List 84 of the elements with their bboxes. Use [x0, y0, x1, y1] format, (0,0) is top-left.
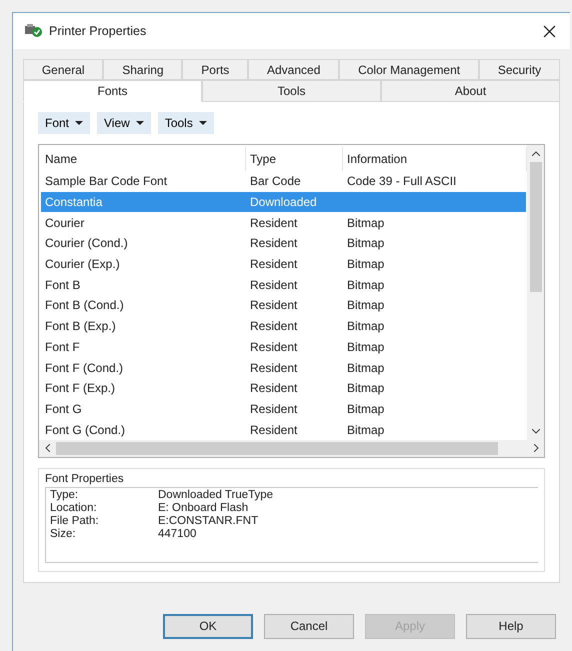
property-value: E:CONSTANR.FNT — [158, 514, 260, 528]
table-cell-text: Downloaded — [249, 195, 318, 210]
table-row[interactable]: Font G Resident Bitmap — [41, 398, 526, 420]
printer-icon — [25, 24, 43, 38]
property-label: Location: — [50, 502, 98, 515]
table-cell-text: Resident — [249, 381, 298, 396]
tab[interactable]: About — [381, 80, 560, 102]
table-cell-text: Bitmap — [346, 319, 386, 334]
table-row[interactable]: Font B (Cond.) Resident Bitmap — [41, 295, 526, 316]
table-cell-text: Font G (Cond.) — [44, 422, 126, 437]
table-row[interactable]: Font B Resident Bitmap — [41, 274, 526, 296]
tab[interactable]: General — [23, 59, 104, 80]
table-cell-text: Resident — [249, 319, 298, 334]
column-header[interactable]: Type — [246, 147, 343, 171]
table-cell-text: Font F — [44, 340, 81, 354]
table-cell-text: Bitmap — [346, 360, 386, 375]
dropdown-button[interactable]: Tools — [158, 112, 214, 134]
table-row[interactable]: Courier (Exp.) Resident Bitmap — [41, 254, 526, 274]
table-cell-text: Bar Code — [249, 174, 302, 188]
table-cell-text: Constantia — [44, 195, 104, 210]
tab[interactable]: Tools — [202, 80, 381, 102]
table-cell-text: Font F (Cond.) — [44, 360, 124, 375]
tab[interactable]: Color Management — [339, 59, 479, 80]
table-cell-text: Code 39 - Full ASCII — [346, 174, 458, 188]
table-cell-text: Bitmap — [346, 381, 386, 396]
table-cell-text: Bitmap — [346, 278, 386, 292]
table-cell-text: Bitmap — [346, 236, 386, 250]
dialog-button[interactable]: Help — [466, 614, 556, 638]
property-label: File Path: — [50, 514, 100, 528]
dropdown-button[interactable]: Font — [38, 112, 90, 134]
property-value: Downloaded TrueType — [158, 488, 274, 502]
dialog-button[interactable]: OK — [163, 614, 253, 638]
table-cell-text: Bitmap — [346, 298, 386, 312]
table-cell-text: Font B (Exp.) — [44, 319, 117, 334]
caret-icon — [136, 121, 144, 125]
table-row[interactable]: Courier (Cond.) Resident Bitmap — [41, 233, 526, 254]
table-row[interactable]: Font F (Exp.) Resident Bitmap — [41, 378, 526, 399]
table-cell-text: Courier — [44, 216, 86, 230]
table-cell-text: Resident — [249, 298, 298, 312]
tab[interactable]: Fonts — [23, 80, 202, 102]
window-title: Printer Properties — [49, 24, 148, 38]
group-title: Font Properties — [45, 472, 125, 485]
property-value: 447100 — [158, 528, 198, 541]
table-cell-text: Font B (Cond.) — [44, 298, 125, 312]
tab[interactable]: Ports — [182, 59, 248, 80]
caret-icon — [198, 121, 207, 125]
property-label: Size: — [50, 528, 77, 541]
dialog-button[interactable]: Cancel — [264, 614, 354, 638]
column-header[interactable]: Name — [41, 147, 246, 171]
table-cell-text: Resident — [249, 402, 298, 416]
tab[interactable]: Advanced — [248, 59, 340, 80]
table-cell-text: Bitmap — [346, 402, 386, 416]
table-cell-text: Resident — [249, 340, 298, 354]
vertical-scrollbar[interactable] — [527, 145, 544, 440]
tab[interactable]: Sharing — [103, 59, 182, 80]
tab[interactable]: Security — [478, 59, 560, 80]
table-cell-text: Courier (Exp.) — [44, 257, 121, 272]
table-cell-text: Font G — [44, 402, 83, 416]
table-row[interactable]: Font F Resident Bitmap — [41, 336, 526, 358]
table-row[interactable]: Font B (Exp.) Resident Bitmap — [41, 316, 526, 336]
table-cell-text: Courier (Cond.) — [44, 236, 129, 250]
dropdown-button[interactable]: View — [97, 112, 151, 134]
table-row[interactable]: Font F (Cond.) Resident Bitmap — [41, 357, 526, 378]
table-row[interactable]: Courier Resident Bitmap — [41, 212, 526, 234]
table-cell-text: Resident — [249, 236, 298, 250]
table-cell-text: Font F (Exp.) — [44, 381, 116, 396]
table-cell-text: Resident — [249, 360, 298, 375]
table-cell-text: Resident — [249, 257, 298, 272]
table-cell-text: Sample Bar Code Font — [44, 174, 168, 188]
table-cell-text: Resident — [249, 216, 298, 230]
close-icon — [543, 24, 556, 38]
table-row[interactable]: Font G (Cond.) Resident Bitmap — [41, 419, 526, 440]
table-cell-text: Bitmap — [346, 257, 386, 272]
table-cell-text: Font B — [44, 278, 82, 292]
horizontal-scrollbar[interactable] — [39, 440, 544, 457]
caret-icon — [75, 121, 84, 125]
table-cell-text: Bitmap — [346, 422, 386, 437]
table-cell-text: Resident — [249, 422, 298, 437]
table-cell-text: Bitmap — [346, 340, 386, 354]
table-row[interactable]: Sample Bar Code Font Bar Code Code 39 - Full ASCII — [41, 171, 526, 192]
table-cell-text: Bitmap — [346, 216, 386, 230]
property-label: Type: — [50, 488, 80, 502]
property-value: E: Onboard Flash — [158, 502, 250, 515]
table-cell-text: Resident — [249, 278, 298, 292]
